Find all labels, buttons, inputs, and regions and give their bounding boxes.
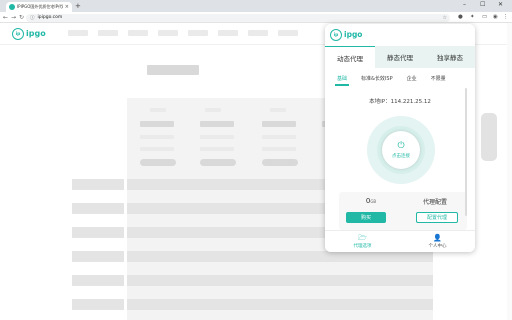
extension-popup: ip ipgo 动态代理 静态代理 独享静态 基础 标准&长效ISP 企业 不限… bbox=[325, 24, 475, 252]
address-bar[interactable]: ⓘ ipipgo.com ☆ bbox=[26, 13, 450, 22]
card-title-skeleton bbox=[205, 108, 221, 112]
popup-bottom-nav: 🗁 代理选项 👤 个人中心 bbox=[325, 230, 475, 252]
popup-scrollbar[interactable] bbox=[465, 88, 467, 216]
card-line-skeleton bbox=[140, 135, 174, 139]
extensions-puzzle-icon[interactable]: ✦ bbox=[470, 14, 475, 20]
subtab-standard-isp[interactable]: 标准&长效ISP bbox=[357, 73, 397, 84]
subtab-enterprise[interactable]: 企业 bbox=[403, 73, 421, 84]
nav-skeleton-1 bbox=[68, 30, 88, 36]
side-row-skeleton bbox=[72, 275, 124, 286]
table-row-skeleton bbox=[127, 251, 433, 262]
floating-widget-skeleton bbox=[481, 113, 497, 161]
nav-skeleton-3 bbox=[128, 30, 148, 36]
browser-toolbar: ← → ↻ ⓘ ipipgo.com ☆ ● ✦ ▭ ◉ ⋮ bbox=[0, 12, 512, 23]
nav-personal-center[interactable]: 👤 个人中心 bbox=[400, 231, 475, 252]
nav-skeleton-5 bbox=[188, 30, 208, 36]
nav-proxy-options-label: 代理选项 bbox=[353, 243, 372, 249]
user-icon: 👤 bbox=[433, 233, 442, 242]
maximize-button[interactable]: ☐ bbox=[480, 1, 485, 8]
card-title-skeleton bbox=[270, 108, 286, 112]
tab-dedicated-static[interactable]: 独享静态 bbox=[425, 46, 475, 68]
extension-ipipgo-icon[interactable]: ● bbox=[458, 14, 463, 20]
side-panel-icon[interactable]: ▭ bbox=[482, 14, 487, 20]
nav-skeleton-7 bbox=[248, 30, 268, 36]
traffic-value: 0GB bbox=[339, 197, 403, 205]
card-title-skeleton bbox=[150, 108, 166, 112]
popup-logo-text: ipgo bbox=[344, 30, 363, 39]
side-row-skeleton bbox=[72, 299, 124, 310]
power-icon: ⏻ bbox=[397, 140, 405, 151]
config-column: 代理配置 配置代理 bbox=[403, 192, 467, 230]
card-line-skeleton bbox=[200, 135, 234, 139]
forward-button[interactable]: → bbox=[11, 14, 16, 21]
folder-icon: 🗁 bbox=[358, 233, 367, 242]
heading-skeleton bbox=[147, 65, 199, 75]
table-row-skeleton bbox=[127, 275, 433, 286]
browser-tab[interactable]: IPIPGO国外优质住宅IP代理… × bbox=[6, 2, 72, 12]
close-window-button[interactable]: ✕ bbox=[498, 1, 503, 8]
traffic-column: 0GB 购买 bbox=[339, 192, 403, 230]
back-button[interactable]: ← bbox=[3, 14, 8, 21]
tab-dynamic-proxy[interactable]: 动态代理 bbox=[325, 46, 375, 68]
nav-skeleton-2 bbox=[98, 30, 118, 36]
site-favicon-icon bbox=[9, 4, 15, 10]
subtab-unlimited[interactable]: 不限量 bbox=[427, 73, 450, 84]
card-line-skeleton bbox=[140, 147, 174, 151]
tab-title: IPIPGO国外优质住宅IP代理… bbox=[17, 4, 63, 9]
subtab-basic[interactable]: 基础 bbox=[333, 73, 351, 86]
connect-button[interactable]: ⏻ 点击连接 bbox=[382, 131, 420, 169]
new-tab-button[interactable]: + bbox=[75, 2, 81, 10]
nav-skeleton-6 bbox=[218, 30, 238, 36]
card-line-skeleton bbox=[262, 147, 296, 151]
config-title: 代理配置 bbox=[422, 199, 447, 206]
bookmark-star-icon[interactable]: ☆ bbox=[443, 15, 447, 21]
nav-personal-center-label: 个人中心 bbox=[428, 243, 447, 249]
nav-skeleton-4 bbox=[158, 30, 178, 36]
stats-panel: 0GB 购买 代理配置 配置代理 bbox=[339, 192, 467, 230]
traffic-unit: GB bbox=[370, 199, 377, 204]
side-row-skeleton bbox=[72, 203, 124, 214]
minimize-button[interactable]: – bbox=[463, 1, 466, 8]
card-line-skeleton bbox=[262, 135, 296, 139]
configure-proxy-button[interactable]: 配置代理 bbox=[416, 212, 458, 223]
reload-button[interactable]: ↻ bbox=[19, 14, 24, 21]
card-button-skeleton bbox=[140, 159, 176, 166]
connect-label: 点击连接 bbox=[392, 153, 410, 159]
side-row-skeleton bbox=[72, 179, 124, 190]
card-price-skeleton bbox=[140, 121, 174, 127]
local-ip-text: 本地IP：114.221.25.12 bbox=[369, 99, 431, 105]
connect-ring-inner: ⏻ 点击连接 bbox=[377, 126, 425, 174]
popup-logo-icon: ip bbox=[330, 29, 342, 41]
site-logo-text[interactable]: ipgo bbox=[26, 29, 46, 38]
profile-avatar-icon[interactable]: ◉ bbox=[493, 14, 498, 20]
nav-proxy-options[interactable]: 🗁 代理选项 bbox=[325, 231, 400, 252]
browser-tabstrip: IPIPGO国外优质住宅IP代理… × + – ☐ ✕ bbox=[0, 0, 512, 12]
page-scrollbar[interactable] bbox=[507, 23, 512, 320]
side-row-skeleton bbox=[72, 227, 124, 238]
side-row-skeleton bbox=[72, 251, 124, 262]
connect-ring: ⏻ 点击连接 bbox=[367, 116, 435, 184]
plan-tabs: 基础 标准&长效ISP 企业 不限量 bbox=[325, 71, 475, 86]
nav-skeleton-8 bbox=[278, 30, 298, 36]
tab-close-icon[interactable]: × bbox=[65, 4, 69, 10]
popup-header: ip ipgo bbox=[325, 24, 475, 46]
browser-menu-icon[interactable]: ⋮ bbox=[503, 14, 509, 20]
card-line-skeleton bbox=[200, 147, 234, 151]
card-price-skeleton bbox=[200, 121, 234, 127]
buy-button[interactable]: 购买 bbox=[346, 212, 386, 223]
card-price-skeleton bbox=[262, 121, 296, 127]
site-info-icon[interactable]: ⓘ bbox=[30, 15, 35, 21]
address-url: ipipgo.com bbox=[37, 15, 63, 20]
table-row-skeleton bbox=[127, 299, 433, 310]
tab-static-proxy[interactable]: 静态代理 bbox=[375, 46, 425, 68]
proxy-type-tabs: 动态代理 静态代理 独享静态 bbox=[325, 46, 475, 68]
card-button-skeleton bbox=[200, 159, 236, 166]
card-button-skeleton bbox=[262, 159, 298, 166]
site-logo-icon[interactable]: ip bbox=[12, 28, 24, 40]
